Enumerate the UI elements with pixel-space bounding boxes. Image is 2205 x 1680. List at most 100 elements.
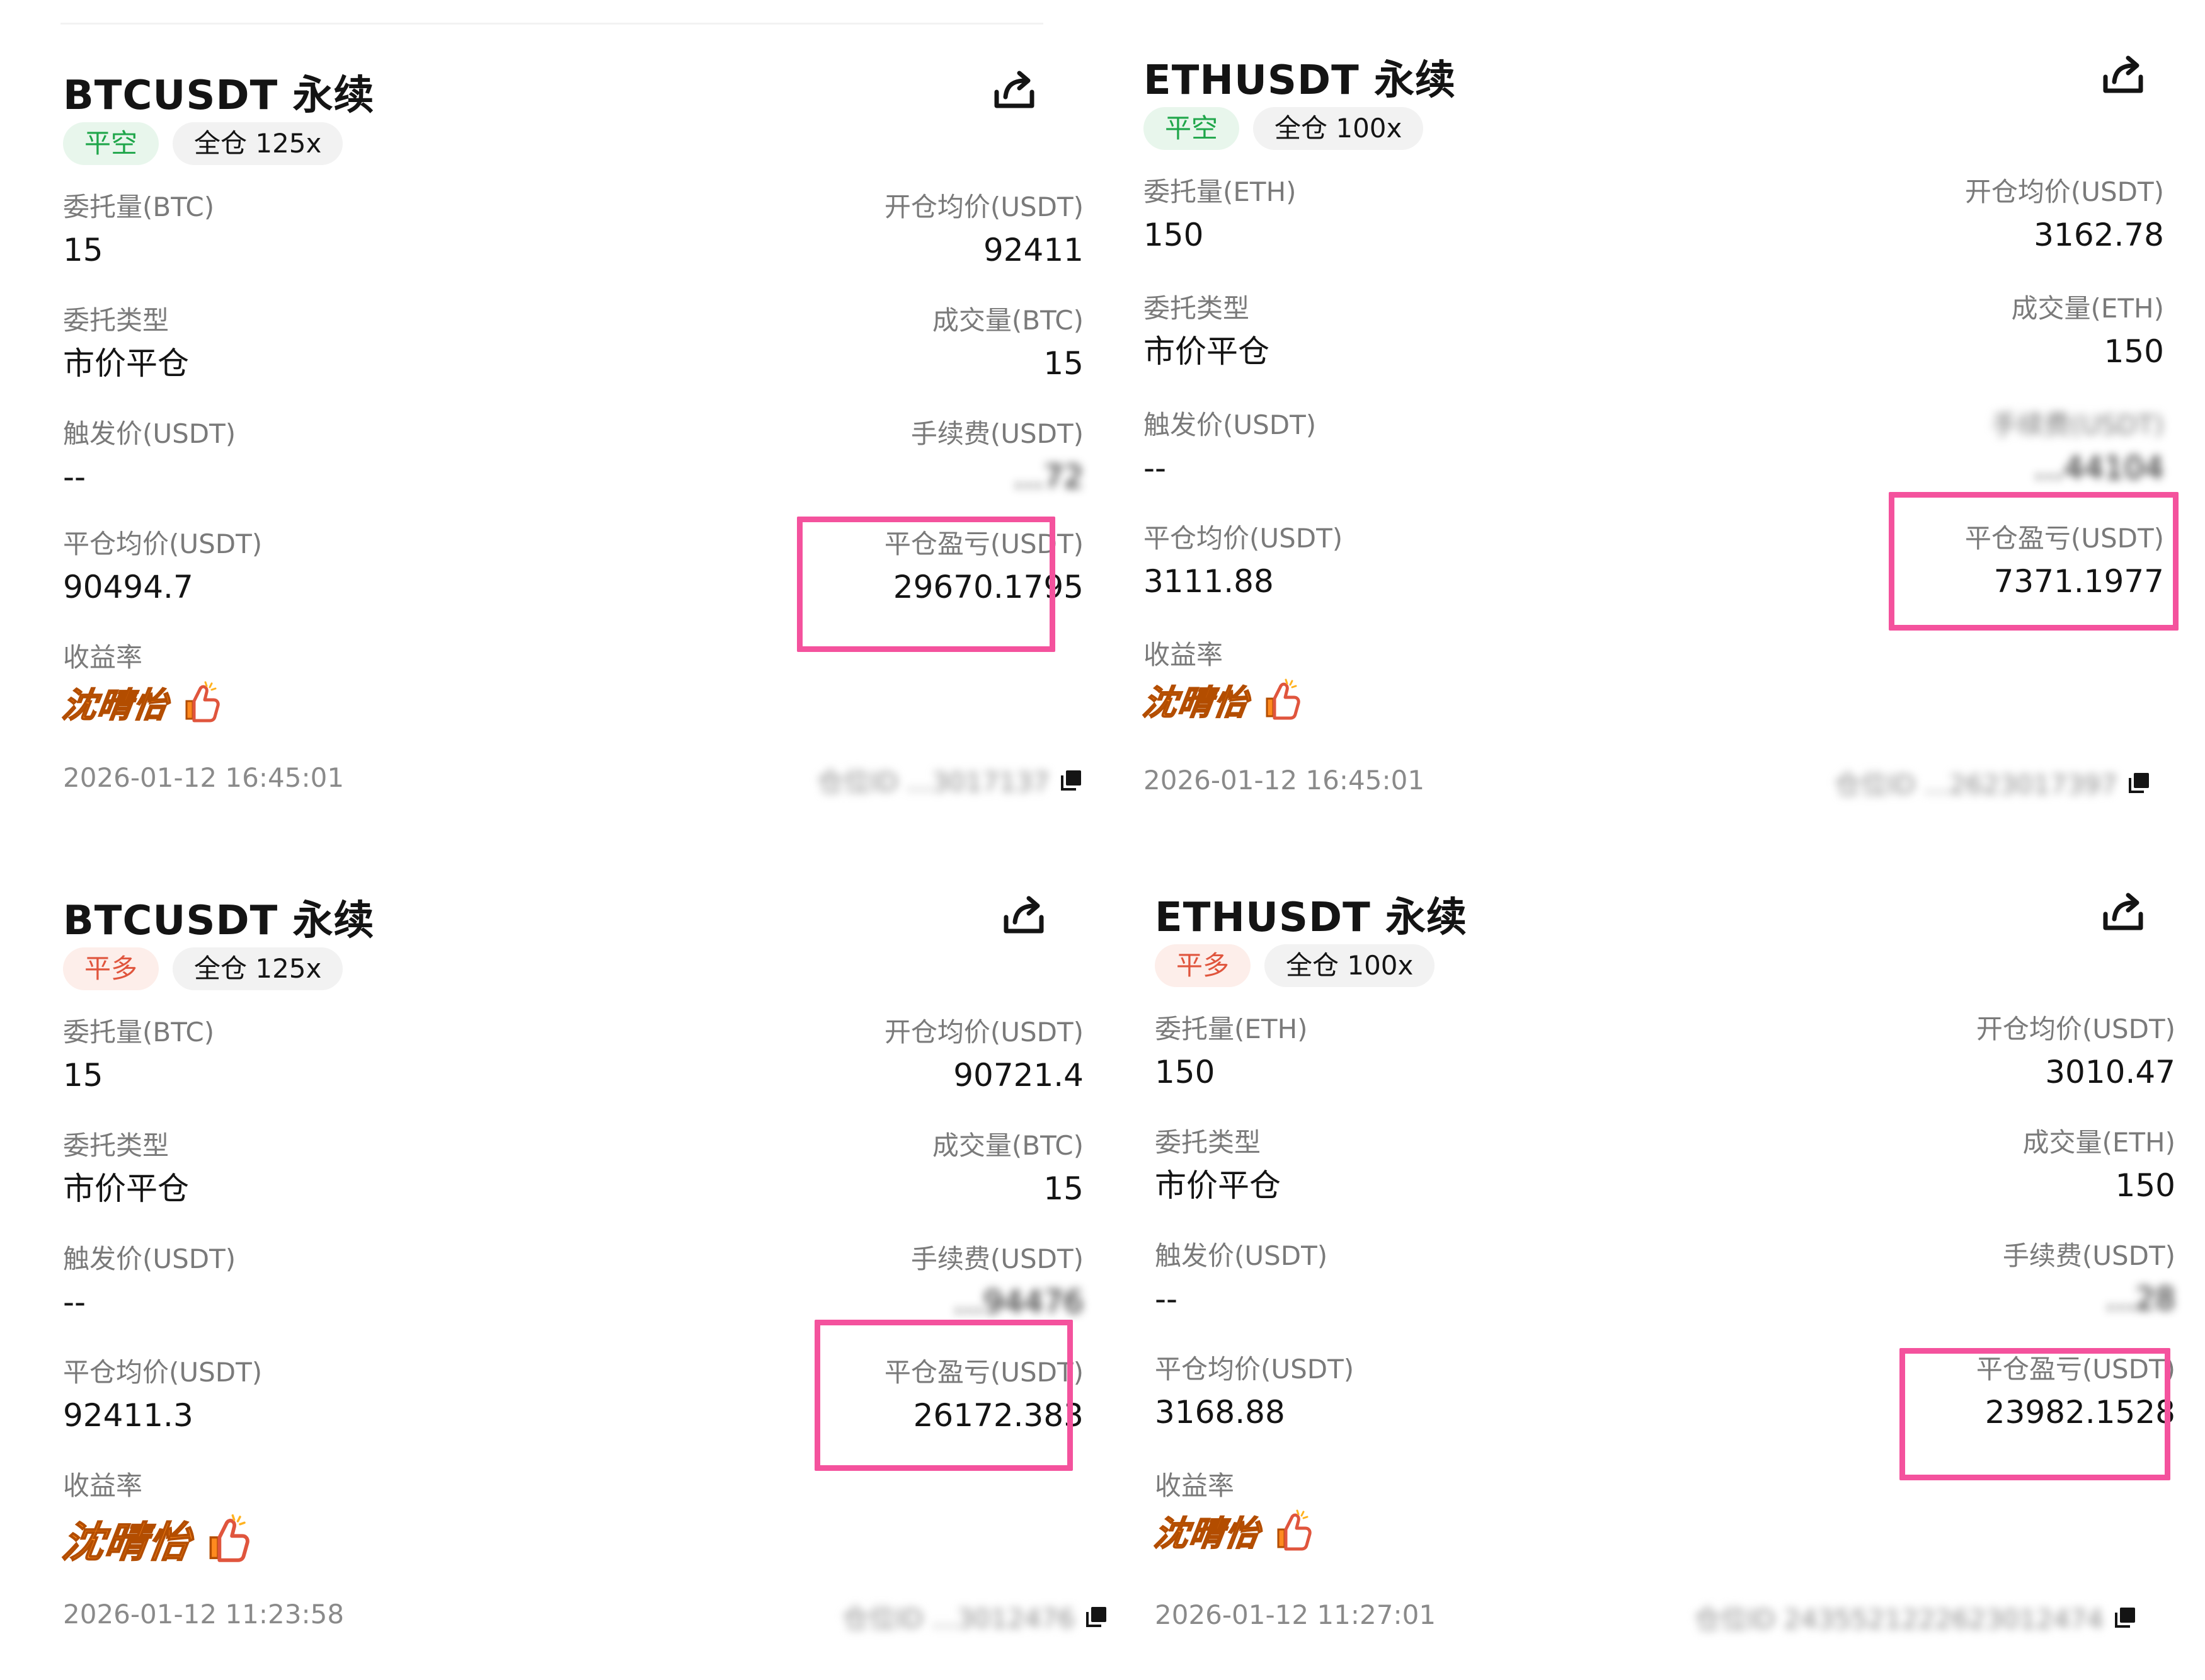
order-qty-label: 委托量(BTC): [63, 1017, 215, 1048]
order-type-label: 委托类型: [63, 1130, 169, 1161]
order-qty-value: 15: [63, 1057, 103, 1094]
close-avg-label: 平仓均价(USDT): [63, 1357, 263, 1388]
order-type-label: 委托类型: [1155, 1127, 1261, 1158]
trigger-value: --: [1143, 450, 1167, 486]
card-title: ETHUSDT 永续: [1155, 894, 1468, 941]
roi-field: 收益率: [1155, 1468, 1234, 1504]
filled-label: 成交量(BTC): [932, 305, 1084, 336]
close-avg-value: 3111.88: [1143, 563, 1274, 600]
copy-icon[interactable]: [2126, 770, 2151, 796]
side-tag: 平多: [1155, 944, 1251, 987]
trigger-value: --: [1155, 1281, 1178, 1317]
order-qty-value: 15: [63, 232, 103, 268]
watermark-stamp: 沈晴怡: [59, 685, 172, 726]
close-avg-field: 平仓均价(USDT) 92411.3: [63, 1354, 262, 1437]
watermark-stamp: 沈晴怡: [1151, 1513, 1264, 1554]
side-tag: 平空: [63, 122, 159, 165]
margin-tag: 全仓 100x: [1253, 107, 1424, 150]
roi-label: 收益率: [63, 1470, 143, 1501]
pnl-highlight-box: [797, 517, 1055, 652]
open-avg-label: 开仓均价(USDT): [1976, 1014, 2175, 1044]
open-avg-value: 3010.47: [2045, 1054, 2175, 1090]
fee-label: 手续费(USDT): [910, 1243, 1084, 1274]
fee-label: 手续费(USDT): [2002, 1240, 2175, 1271]
roi-field: 收益率: [63, 639, 142, 676]
thumbs-up-icon: [209, 1514, 249, 1562]
trigger-field: 触发价(USDT) --: [63, 1241, 236, 1324]
open-avg-value: 3162.78: [2034, 217, 2164, 253]
fee-field: 手续费(USDT) ...28: [2003, 1238, 2175, 1321]
order-card-eth-long: ETHUSDT 永续 平多 全仓 100x 委托量(ETH) 150 开仓均价(…: [1151, 885, 2175, 1679]
filled-field: 成交量(ETH) 150: [2011, 290, 2164, 374]
fee-label: 手续费(USDT): [910, 418, 1084, 449]
order-qty-value: 150: [1155, 1054, 1215, 1090]
order-type-value: 市价平仓: [63, 1170, 189, 1207]
margin-tag: 全仓 125x: [173, 947, 343, 990]
filled-field: 成交量(ETH) 150: [2022, 1124, 2175, 1208]
share-icon[interactable]: [2098, 50, 2148, 101]
tag-row: 平多 全仓 125x: [63, 947, 343, 990]
position-id-row: 仓位ID ...2623017397: [1835, 763, 2151, 802]
pnl-highlight-box: [1889, 492, 2179, 631]
side-tag: 平多: [63, 947, 159, 990]
order-type-field: 委托类型 市价平仓: [1155, 1124, 1281, 1208]
fee-field: 手续费(USDT) ...72: [911, 416, 1084, 499]
open-avg-field: 开仓均价(USDT) 92411: [885, 189, 1084, 272]
open-avg-field: 开仓均价(USDT) 90721.4: [885, 1014, 1084, 1097]
roi-label: 收益率: [1143, 639, 1223, 670]
fee-field: 手续费(USDT) ...94476: [911, 1241, 1084, 1324]
trigger-label: 触发价(USDT): [63, 418, 236, 449]
watermark-badge: 沈晴怡: [1151, 1506, 1315, 1555]
open-avg-label: 开仓均价(USDT): [884, 191, 1084, 222]
position-id-row: 仓位ID ...3017137: [817, 761, 1084, 799]
share-icon[interactable]: [999, 891, 1049, 941]
open-avg-field: 开仓均价(USDT) 3010.47: [1976, 1011, 2175, 1094]
fee-value-redacted: ...28: [2105, 1281, 2175, 1317]
order-time: 2026-01-12 16:45:01: [1143, 765, 1424, 796]
fee-value-redacted: ...44104: [2034, 450, 2164, 486]
close-avg-field: 平仓均价(USDT) 90494.7: [63, 526, 262, 609]
roi-label: 收益率: [1155, 1470, 1235, 1501]
filled-value: 15: [1043, 345, 1084, 382]
order-time: 2026-01-12 11:27:01: [1155, 1599, 1436, 1630]
trigger-label: 触发价(USDT): [63, 1243, 236, 1274]
copy-icon[interactable]: [1084, 1604, 1109, 1630]
order-qty-field: 委托量(ETH) 150: [1155, 1011, 1308, 1094]
order-time-text: 2026-01-12 16:45:01: [63, 762, 345, 793]
order-type-field: 委托类型 市价平仓: [1143, 290, 1269, 374]
close-avg-field: 平仓均价(USDT) 3168.88: [1155, 1351, 1354, 1434]
filled-field: 成交量(BTC) 15: [932, 302, 1084, 386]
filled-value: 150: [2115, 1167, 2175, 1204]
order-qty-value: 150: [1143, 217, 1204, 253]
trigger-field: 触发价(USDT) --: [1155, 1238, 1327, 1321]
close-avg-label: 平仓均价(USDT): [63, 529, 263, 559]
order-time-text: 2026-01-12 16:45:01: [1143, 765, 1425, 796]
close-avg-value: 92411.3: [63, 1397, 193, 1434]
order-card-eth-short: ETHUSDT 永续 平空 全仓 100x 委托量(ETH) 150 开仓均价(…: [1140, 48, 2179, 842]
position-id-redacted: 仓位ID ...2623017397: [1834, 769, 2117, 800]
copy-icon[interactable]: [1058, 768, 1084, 793]
close-avg-value: 90494.7: [63, 569, 193, 605]
open-avg-value: 90721.4: [953, 1057, 1084, 1094]
top-divider: [60, 23, 1043, 25]
tag-row: 平多 全仓 100x: [1155, 944, 1435, 987]
share-icon[interactable]: [989, 66, 1040, 116]
trigger-label: 触发价(USDT): [1155, 1240, 1328, 1271]
watermark-badge: 沈晴怡: [1140, 675, 1303, 724]
filled-label: 成交量(ETH): [2022, 1127, 2175, 1158]
position-id-redacted: 仓位ID 2435521222623012474: [1694, 1604, 2104, 1635]
position-id-redacted: 仓位ID ...3012476: [842, 1603, 1075, 1634]
copy-icon[interactable]: [2112, 1605, 2138, 1630]
trigger-value: --: [63, 459, 86, 495]
trigger-field: 触发价(USDT) --: [1143, 407, 1316, 490]
thumbs-up-icon: [1266, 678, 1300, 719]
fee-label: 手续费(USDT): [1991, 409, 2164, 440]
order-qty-label: 委托量(ETH): [1155, 1014, 1308, 1044]
order-type-value: 市价平仓: [1143, 333, 1269, 370]
order-qty-field: 委托量(BTC) 15: [63, 1014, 214, 1097]
share-icon[interactable]: [2098, 888, 2148, 938]
roi-field: 收益率: [63, 1468, 142, 1504]
order-type-label: 委托类型: [63, 305, 169, 336]
pnl-highlight-box: [815, 1320, 1073, 1471]
watermark-badge: 沈晴怡: [59, 1509, 253, 1569]
